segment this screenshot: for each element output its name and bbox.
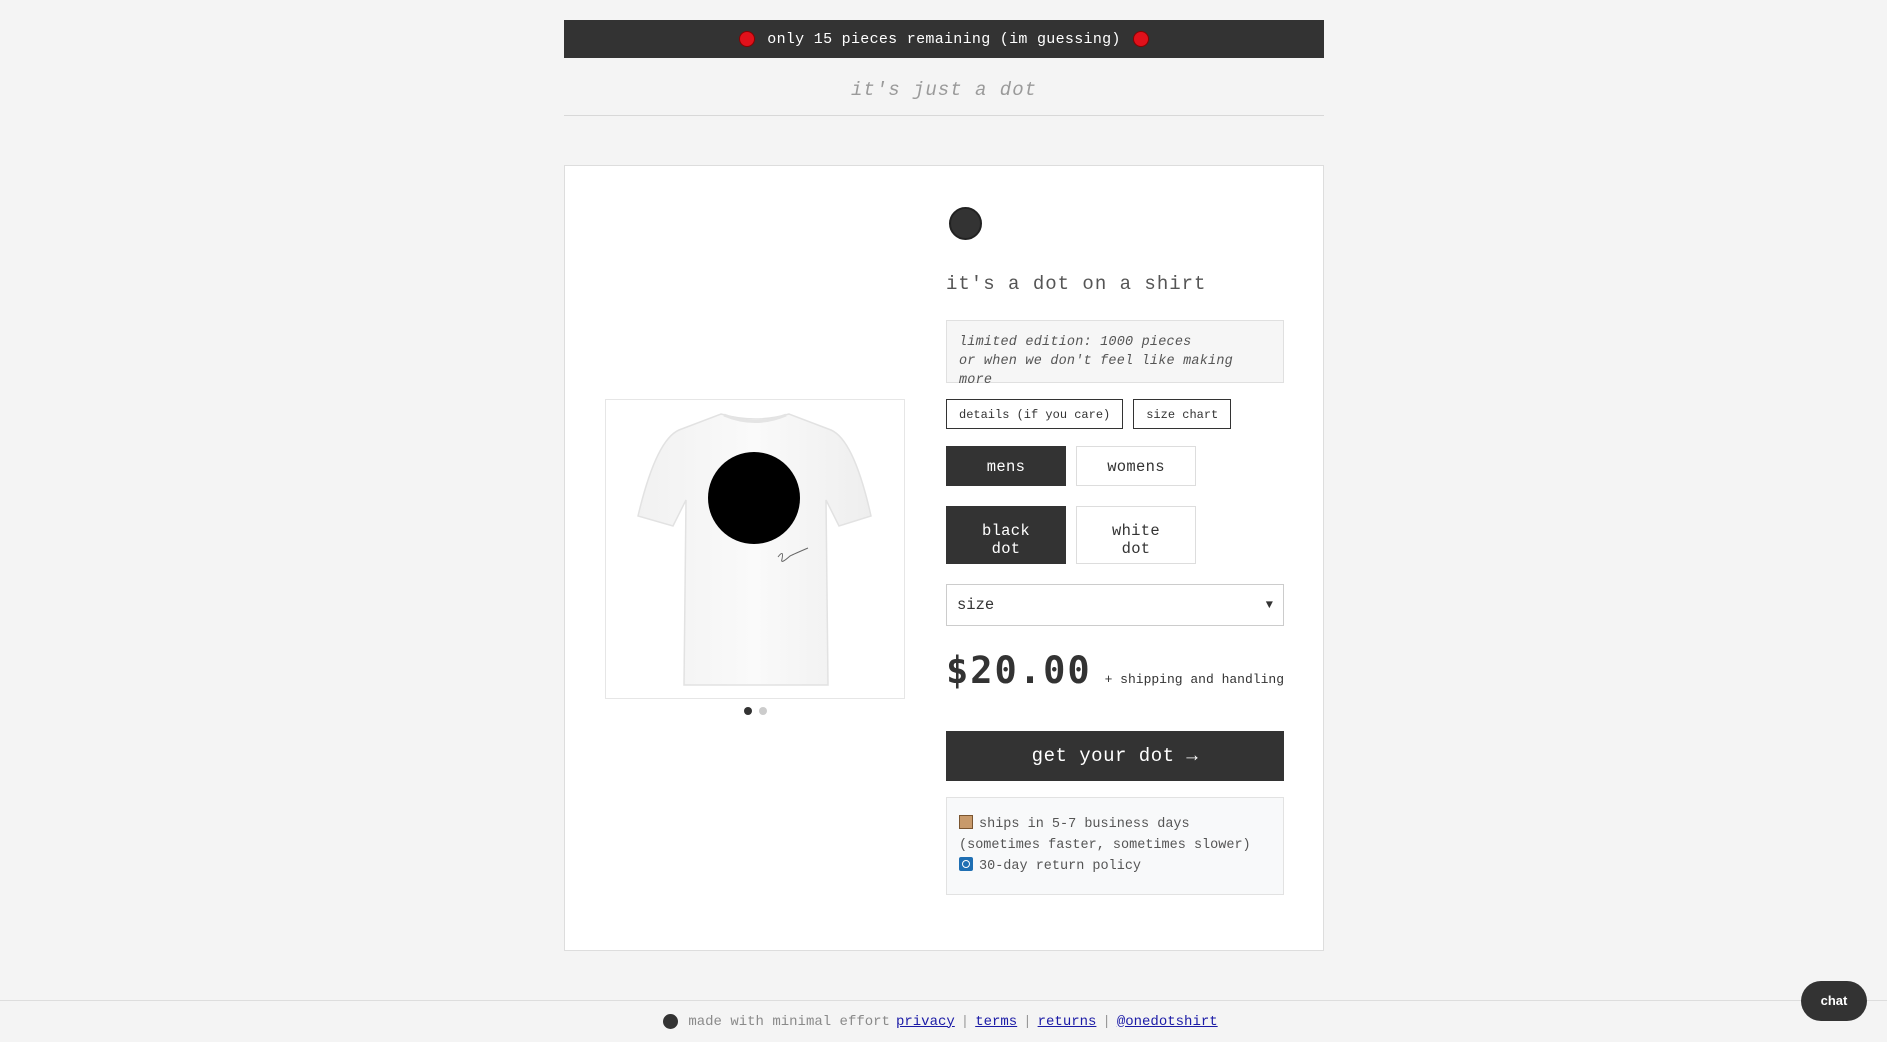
shipping-time-note: (sometimes faster, sometimes slower) — [959, 838, 1251, 853]
fit-selector: mens womens — [946, 446, 1196, 486]
box-icon — [959, 815, 973, 829]
shipping-info-box: ships in 5-7 business days (sometimes fa… — [946, 797, 1284, 895]
dot-logo-icon — [663, 1014, 679, 1029]
info-buttons: details (if you care) size chart — [946, 399, 1232, 429]
banner-text: only 15 pieces remaining (im guessing) — [767, 30, 1121, 48]
price: $20.00 — [946, 649, 1092, 692]
limited-edition-note: limited edition: 1000 pieces or when we … — [946, 320, 1284, 388]
gallery-dot-1[interactable] — [743, 707, 752, 715]
announcement-banner: only 15 pieces remaining (im guessing) — [564, 20, 1324, 58]
footer-separator: | — [1023, 1013, 1032, 1030]
dot-option-white[interactable]: white dot — [1076, 506, 1196, 564]
footer-separator: | — [960, 1013, 970, 1030]
product-image[interactable] — [605, 399, 905, 699]
buy-button[interactable]: get your dot → — [946, 731, 1284, 781]
footer: made with minimal effort privacy | terms… — [0, 1000, 1887, 1042]
social-link[interactable]: @onedotshirt — [1117, 1014, 1218, 1030]
chevron-down-icon: ▼ — [1265, 598, 1273, 612]
red-dot-icon — [1132, 31, 1149, 47]
note-line-2: or when we don't feel like making more — [959, 354, 1233, 388]
return-icon — [959, 857, 973, 871]
red-dot-icon — [739, 31, 756, 47]
return-policy: 30-day return policy — [979, 859, 1142, 874]
size-select[interactable]: size ▼ — [946, 584, 1284, 626]
gallery-pager — [565, 707, 945, 715]
terms-link[interactable]: terms — [975, 1014, 1017, 1030]
product-card: it's a dot on a shirt limited edition: 1… — [564, 165, 1324, 951]
price-row: $20.00 + shipping and handling — [946, 649, 1284, 692]
tshirt-image — [637, 413, 872, 686]
site-tagline: it's just a dot — [564, 70, 1324, 116]
shipping-time: ships in 5-7 business days — [979, 817, 1190, 832]
footer-tagline: made with minimal effort — [688, 1013, 890, 1030]
size-chart-button[interactable]: size chart — [1133, 399, 1232, 429]
footer-separator: | — [1102, 1013, 1111, 1030]
fit-option-womens[interactable]: womens — [1076, 446, 1196, 486]
gallery-dot-2[interactable] — [758, 707, 767, 715]
dot-logo-icon — [949, 207, 982, 240]
size-select-value: size — [957, 596, 995, 614]
details-button[interactable]: details (if you care) — [946, 399, 1124, 429]
product-title: it's a dot on a shirt — [946, 273, 1207, 295]
dot-color-selector: black dot white dot — [946, 506, 1196, 564]
returns-link[interactable]: returns — [1038, 1014, 1097, 1030]
note-line-1: limited edition: 1000 pieces — [959, 335, 1192, 350]
dot-option-black[interactable]: black dot — [946, 506, 1066, 564]
shipping-note: + shipping and handling — [1104, 672, 1284, 687]
chat-button[interactable]: chat — [1801, 981, 1867, 1021]
fit-option-mens[interactable]: mens — [946, 446, 1066, 486]
privacy-link[interactable]: privacy — [896, 1014, 955, 1030]
